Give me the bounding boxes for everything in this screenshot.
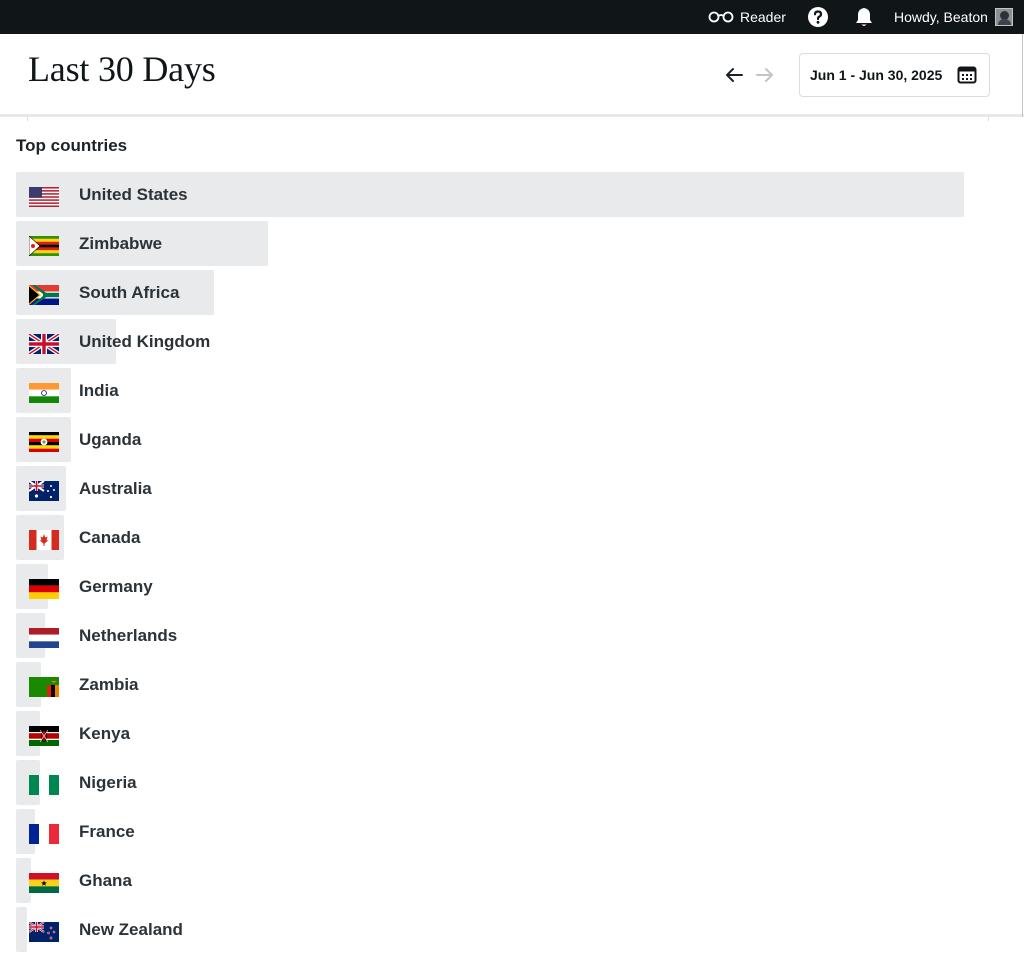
help-button[interactable] [807, 0, 829, 34]
country-name: Netherlands [79, 626, 178, 645]
country-row[interactable]: South Africa [16, 270, 964, 319]
country-name: United States [79, 185, 188, 204]
reader-link[interactable]: Reader [708, 0, 786, 34]
country-row[interactable]: New Zealand [16, 907, 964, 956]
next-period-button[interactable] [754, 64, 776, 86]
flag-in-icon [29, 383, 59, 403]
flag-ke-icon [29, 726, 59, 746]
flag-us-icon [29, 187, 59, 207]
country-row[interactable]: Netherlands [16, 613, 964, 662]
country-name: South Africa [79, 283, 180, 302]
flag-ca-icon [29, 530, 59, 550]
bell-icon [856, 8, 872, 26]
reader-glasses-icon [708, 11, 734, 23]
country-name: Ghana [79, 871, 132, 890]
country-row[interactable]: Uganda [16, 417, 964, 466]
country-name: Uganda [79, 430, 142, 449]
user-greeting: Howdy, Beaton [894, 9, 988, 25]
country-name: France [79, 822, 135, 841]
country-name: Zimbabwe [79, 234, 163, 253]
panel-edge-left [27, 117, 28, 121]
user-menu[interactable]: Howdy, Beaton [894, 0, 1013, 34]
arrow-right-icon [756, 68, 773, 82]
country-name: Germany [79, 577, 153, 596]
country-row[interactable]: Nigeria [16, 760, 964, 809]
date-range-picker[interactable]: Jun 1 - Jun 30, 2025 [799, 53, 990, 97]
country-name: India [79, 381, 119, 400]
arrow-left-icon [726, 68, 743, 82]
date-range-label: Jun 1 - Jun 30, 2025 [810, 67, 943, 83]
flag-gh-icon [29, 873, 59, 893]
country-row[interactable]: Zimbabwe [16, 221, 964, 270]
panel-edge-right [988, 117, 989, 121]
flag-au-icon [29, 481, 59, 501]
page-title: Last 30 Days [28, 49, 216, 89]
top-countries-title: Top countries [16, 136, 128, 155]
flag-za-icon [29, 285, 59, 305]
flag-zw-icon [29, 236, 59, 256]
header-edge-divider [1022, 34, 1023, 117]
flag-de-icon [29, 579, 59, 599]
country-name: Nigeria [79, 773, 137, 792]
country-name: Australia [79, 479, 152, 498]
calendar-icon [957, 66, 977, 84]
country-row[interactable]: Ghana [16, 858, 964, 907]
notifications-button[interactable] [853, 0, 875, 34]
country-row[interactable]: Germany [16, 564, 964, 613]
country-row[interactable]: Australia [16, 466, 964, 515]
admin-bar: Reader Howdy, Beaton [0, 0, 1024, 34]
country-row[interactable]: India [16, 368, 964, 417]
country-row[interactable]: France [16, 809, 964, 858]
question-circle-icon [808, 7, 828, 27]
flag-fr-icon [29, 824, 59, 844]
country-row[interactable]: Canada [16, 515, 964, 564]
country-share-bar [16, 907, 27, 952]
avatar [994, 8, 1013, 26]
flag-nz-icon [29, 922, 59, 942]
stats-header: Last 30 Days Jun 1 - Jun 30, 2025 [0, 34, 1024, 117]
country-row[interactable]: United Kingdom [16, 319, 964, 368]
country-list: United States Zimbabwe South Africa United … [16, 172, 964, 956]
country-row[interactable]: United States [16, 172, 964, 221]
flag-nl-icon [29, 628, 59, 648]
country-name: Kenya [79, 724, 131, 743]
country-name: United Kingdom [79, 332, 211, 351]
flag-gb-icon [29, 334, 59, 354]
country-row[interactable]: Zambia [16, 662, 964, 711]
previous-period-button[interactable] [723, 64, 745, 86]
flag-ng-icon [29, 775, 59, 795]
country-name: Canada [79, 528, 141, 547]
country-row[interactable]: Kenya [16, 711, 964, 760]
country-name: Zambia [79, 675, 139, 694]
flag-ug-icon [29, 432, 59, 452]
reader-label: Reader [740, 9, 786, 25]
country-name: New Zealand [79, 920, 183, 939]
flag-zm-icon [29, 677, 59, 697]
